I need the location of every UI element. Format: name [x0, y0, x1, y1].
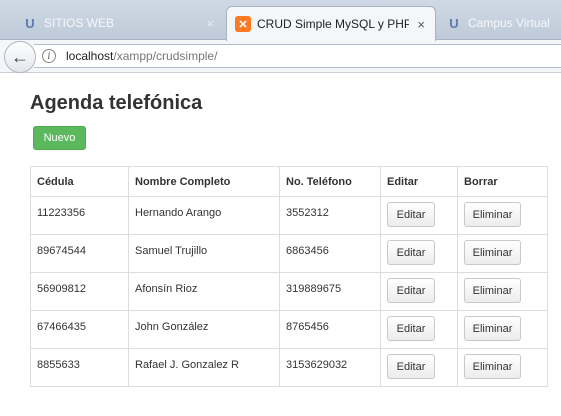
contacts-table: Cédula Nombre Completo No. Teléfono Edit… [30, 166, 548, 387]
delete-button[interactable]: Eliminar [464, 278, 521, 303]
table-header-row: Cédula Nombre Completo No. Teléfono Edit… [30, 166, 548, 197]
cell-borrar: Eliminar [457, 272, 548, 311]
edit-button[interactable]: Editar [387, 316, 435, 341]
cell-cedula: 56909812 [30, 272, 129, 311]
info-icon[interactable]: i [42, 49, 56, 63]
url-text: localhost/xampp/crudsimple/ [66, 49, 217, 63]
delete-button[interactable]: Eliminar [464, 240, 521, 265]
cell-borrar: Eliminar [457, 310, 548, 349]
cell-borrar: Eliminar [457, 348, 548, 387]
edit-button[interactable]: Editar [387, 240, 435, 265]
close-icon[interactable]: × [409, 17, 425, 32]
cell-telefono: 3153629032 [279, 348, 381, 387]
delete-button[interactable]: Eliminar [464, 354, 521, 379]
table-row: 67466435 John González 8765456 Editar El… [30, 310, 548, 349]
cell-cedula: 67466435 [30, 310, 129, 349]
back-arrow-icon: ← [11, 46, 29, 67]
table-row: 89674544 Samuel Trujillo 6863456 Editar … [30, 234, 548, 273]
back-button[interactable]: ← [4, 41, 36, 73]
cell-nombre: Samuel Trujillo [128, 234, 280, 273]
header-telefono: No. Teléfono [279, 166, 381, 197]
edit-button[interactable]: Editar [387, 354, 435, 379]
edit-button[interactable]: Editar [387, 202, 435, 227]
u-icon: U [449, 15, 459, 31]
tab-title: Campus Virtual UNA [468, 16, 551, 30]
cell-borrar: Eliminar [457, 234, 548, 273]
url-path: /xampp/crudsimple/ [113, 49, 218, 63]
cell-nombre: Afonsín Rioz [128, 272, 280, 311]
table-row: 56909812 Afonsín Rioz 319889675 Editar E… [30, 272, 548, 311]
cell-nombre: Rafael J. Gonzalez R [128, 348, 280, 387]
url-host: localhost [66, 49, 114, 63]
header-nombre: Nombre Completo [128, 166, 280, 197]
cell-telefono: 319889675 [279, 272, 381, 311]
cell-cedula: 89674544 [30, 234, 129, 273]
cell-editar: Editar [380, 310, 458, 349]
tab-title: SITIOS WEB [44, 16, 115, 30]
delete-button[interactable]: Eliminar [464, 316, 521, 341]
tab-campus-virtual[interactable]: U Campus Virtual UNA [438, 6, 561, 40]
close-icon[interactable]: × [198, 16, 214, 31]
cell-editar: Editar [380, 348, 458, 387]
tab-crud-simple[interactable]: ✕ CRUD Simple MySQL y PHP × [226, 6, 436, 41]
table-row: 11223356 Hernando Arango 3552312 Editar … [30, 196, 548, 235]
cell-nombre: Hernando Arango [128, 196, 280, 235]
xampp-icon: ✕ [235, 16, 251, 32]
table-row: 8855633 Rafael J. Gonzalez R 3153629032 … [30, 348, 548, 387]
new-button[interactable]: Nuevo [33, 126, 86, 150]
cell-telefono: 6863456 [279, 234, 381, 273]
cell-telefono: 8765456 [279, 310, 381, 349]
cell-borrar: Eliminar [457, 196, 548, 235]
u-icon: U [25, 15, 35, 31]
header-borrar: Borrar [457, 166, 548, 197]
header-editar: Editar [380, 166, 458, 197]
browser-nav-bar: i localhost/xampp/crudsimple/ ← [0, 40, 561, 73]
cell-cedula: 8855633 [30, 348, 129, 387]
page-title: Agenda telefónica [30, 92, 203, 114]
delete-button[interactable]: Eliminar [464, 202, 521, 227]
tab-sitios-web[interactable]: U SITIOS WEB × [14, 6, 224, 40]
address-bar[interactable]: i localhost/xampp/crudsimple/ [34, 44, 561, 68]
cell-editar: Editar [380, 234, 458, 273]
edit-button[interactable]: Editar [387, 278, 435, 303]
cell-nombre: John González [128, 310, 280, 349]
cell-editar: Editar [380, 272, 458, 311]
cell-telefono: 3552312 [279, 196, 381, 235]
tab-title: CRUD Simple MySQL y PHP [257, 17, 410, 31]
cell-editar: Editar [380, 196, 458, 235]
browser-tab-bar: U SITIOS WEB × ✕ CRUD Simple MySQL y PHP… [0, 0, 561, 41]
header-cedula: Cédula [30, 166, 129, 197]
cell-cedula: 11223356 [30, 196, 129, 235]
